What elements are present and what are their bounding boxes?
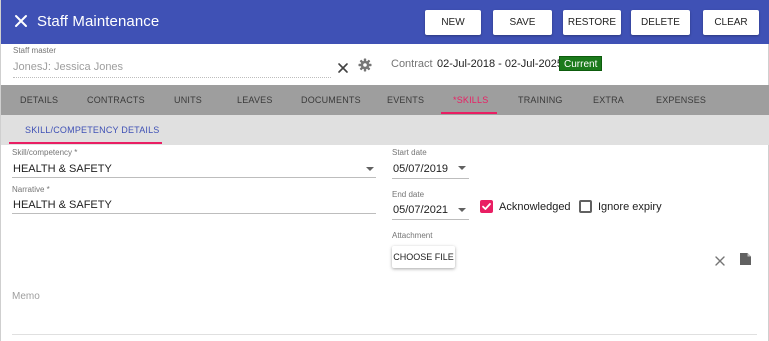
narrative-label: Narrative * <box>12 185 50 194</box>
tab-documents[interactable]: DOCUMENTS <box>301 85 361 115</box>
status-badge: Current <box>559 56 603 71</box>
end-date-input[interactable]: 05/07/2021 <box>393 204 448 216</box>
tab-events[interactable]: EVENTS <box>387 85 424 115</box>
app-frame: Staff Maintenance NEW SAVE RESTORE DELET… <box>0 0 769 341</box>
start-date-underline <box>392 178 469 179</box>
tab-leaves[interactable]: LEAVES <box>237 85 273 115</box>
acknowledged-label: Acknowledged <box>499 201 571 213</box>
tab-units[interactable]: UNITS <box>174 85 202 115</box>
skill-dropdown-icon[interactable] <box>366 167 374 171</box>
skill-label: Skill/competency * <box>12 148 78 157</box>
staff-master-underline <box>13 77 331 78</box>
clear-attachment-icon[interactable] <box>714 254 726 266</box>
clear-button[interactable]: CLEAR <box>703 10 759 35</box>
acknowledged-checkbox[interactable] <box>480 200 493 213</box>
skill-select[interactable]: HEALTH & SAFETY <box>13 163 112 175</box>
new-button[interactable]: NEW <box>425 10 481 35</box>
tab-extra[interactable]: EXTRA <box>593 85 624 115</box>
memo-field[interactable] <box>12 334 757 335</box>
start-date-dropdown-icon[interactable] <box>458 166 466 170</box>
file-icon[interactable] <box>739 252 752 266</box>
close-icon[interactable] <box>11 11 31 31</box>
narrative-underline <box>12 213 376 214</box>
tab-training[interactable]: TRAINING <box>518 85 563 115</box>
staff-master-input[interactable]: JonesJ: Jessica Jones <box>13 61 123 73</box>
choose-file-button[interactable]: CHOOSE FILE <box>392 246 455 268</box>
checkbox-checked-icon <box>482 203 491 210</box>
memo-label: Memo <box>12 291 40 302</box>
contract-label: Contract <box>391 58 433 70</box>
tab-contracts[interactable]: CONTRACTS <box>87 85 145 115</box>
ignore-expiry-label: Ignore expiry <box>598 201 662 213</box>
save-button[interactable]: SAVE <box>493 10 552 35</box>
ignore-expiry-checkbox[interactable] <box>579 200 592 213</box>
app-header: Staff Maintenance NEW SAVE RESTORE DELET… <box>1 0 769 44</box>
contract-dates: 02-Jul-2018 - 02-Jul-2025 <box>437 58 563 70</box>
tab-skills[interactable]: *SKILLS <box>453 85 488 115</box>
end-date-label: End date <box>392 190 425 199</box>
active-subtab-indicator <box>9 142 162 144</box>
tab-bar: DETAILS CONTRACTS UNITS LEAVES DOCUMENTS… <box>1 85 769 115</box>
staff-master-label: Staff master <box>13 46 56 55</box>
narrative-field[interactable]: HEALTH & SAFETY <box>13 199 112 211</box>
active-tab-indicator <box>441 112 497 114</box>
attachment-label: Attachment <box>392 231 433 240</box>
subtab-bar: SKILL/COMPETENCY DETAILS <box>1 115 769 145</box>
end-date-underline <box>392 219 469 220</box>
start-date-label: Start date <box>392 148 427 157</box>
clear-icon[interactable] <box>337 61 349 73</box>
restore-button[interactable]: RESTORE <box>563 10 621 35</box>
subtab-skill-details[interactable]: SKILL/COMPETENCY DETAILS <box>25 115 160 145</box>
tab-expenses[interactable]: EXPENSES <box>656 85 706 115</box>
tab-details[interactable]: DETAILS <box>20 85 58 115</box>
start-date-input[interactable]: 05/07/2019 <box>393 163 448 175</box>
gear-icon[interactable] <box>358 58 372 72</box>
page-title: Staff Maintenance <box>37 13 160 30</box>
end-date-dropdown-icon[interactable] <box>458 208 466 212</box>
skill-underline <box>12 177 376 178</box>
delete-button[interactable]: DELETE <box>631 10 690 35</box>
